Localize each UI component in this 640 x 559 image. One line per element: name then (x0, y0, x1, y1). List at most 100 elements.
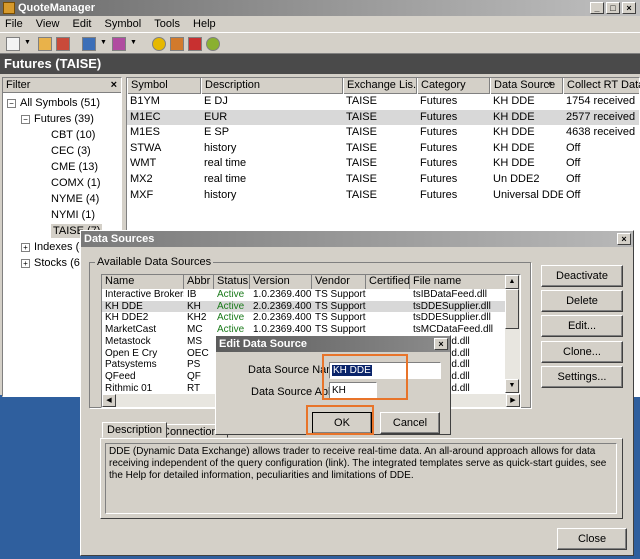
list-cell: 1.0.2369.400 (253, 289, 312, 300)
edit-dialog-title-bar: Edit Data Source (216, 336, 450, 352)
tree-item[interactable]: Stocks (6) (34, 256, 84, 270)
chevron-down-icon[interactable]: ▼ (24, 39, 31, 46)
list-column-header[interactable]: Version (250, 275, 312, 289)
new-symbol-icon[interactable] (6, 37, 20, 51)
tree-item[interactable]: NYME (4) (51, 192, 99, 206)
column-header[interactable]: Symbol (127, 78, 201, 94)
chevron-down-icon[interactable]: ▼ (100, 39, 107, 46)
tree-item[interactable]: NYMI (1) (51, 208, 95, 222)
table-row[interactable]: WMT real time TAISE Futures KH DDE Off (127, 156, 639, 172)
minimize-button[interactable]: _ (590, 2, 604, 14)
edit-button[interactable]: Edit... (541, 315, 623, 337)
column-header[interactable]: Description (201, 78, 343, 94)
scroll-right-icon[interactable]: ▶ (506, 394, 520, 407)
remove-symbol-icon[interactable] (56, 37, 70, 51)
list-cell: Interactive Brokers (105, 289, 184, 300)
settings-button[interactable]: Settings... (541, 366, 623, 388)
description-text: DDE (Dynamic Data Exchange) allows trade… (105, 443, 617, 514)
table-cell: TAISE (346, 188, 377, 201)
list-column-header[interactable]: Abbr (184, 275, 214, 289)
split-icon[interactable] (170, 37, 184, 51)
cancel-button[interactable]: Cancel (380, 412, 440, 434)
tree-item[interactable]: COMX (1) (51, 176, 101, 190)
maximize-button[interactable]: □ (606, 2, 620, 14)
list-cell: Active (217, 312, 245, 324)
table-cell: M1ES (130, 126, 160, 139)
calendar-icon[interactable] (188, 37, 202, 51)
filter-header: Filter × (3, 78, 121, 93)
menu-tools[interactable]: Tools (149, 16, 185, 32)
collapse-icon[interactable]: − (7, 99, 16, 108)
table-row[interactable]: M1ES E SP TAISE Futures KH DDE 4638 received (127, 125, 639, 141)
scroll-thumb[interactable] (505, 289, 519, 329)
menu-file[interactable]: File (0, 16, 28, 32)
list-item[interactable]: KH DDE KH Active 2.0.2369.400 TS Support tsDD… (102, 300, 520, 313)
menu-symbol[interactable]: Symbol (100, 16, 147, 32)
import-icon[interactable] (82, 37, 96, 51)
table-cell: TAISE (346, 110, 377, 123)
list-cell: RT (187, 382, 201, 394)
close-icon[interactable]: × (111, 78, 117, 92)
list-cell: QF (187, 370, 201, 382)
close-edit-dialog-button[interactable]: × (434, 338, 448, 350)
menu-view[interactable]: View (31, 16, 65, 32)
list-cell: TS Support (315, 312, 366, 324)
refresh-icon[interactable] (206, 37, 220, 51)
export-icon[interactable] (112, 37, 126, 51)
column-header[interactable]: Collect RT Data (563, 78, 640, 94)
chevron-down-icon[interactable]: ▼ (130, 39, 137, 46)
add-symbol-icon[interactable] (38, 37, 52, 51)
list-cell: Patsystems (105, 359, 157, 371)
delete-button[interactable]: Delete (541, 290, 623, 312)
table-row[interactable]: M1EC EUR TAISE Futures KH DDE 2577 received (127, 109, 639, 126)
list-column-header[interactable]: Certified (366, 275, 410, 289)
list-cell: PS (187, 359, 201, 371)
table-cell: 2577 received (566, 110, 636, 123)
tree-item[interactable]: Futures (39) (34, 112, 94, 126)
toolbar: ▼ ▼ ▼ (0, 32, 640, 54)
table-cell: KH DDE (493, 141, 535, 154)
table-cell: Off (566, 141, 581, 154)
deactivate-button[interactable]: Deactivate (541, 265, 623, 287)
expand-icon[interactable]: + (21, 259, 30, 268)
scroll-down-icon[interactable]: ▼ (505, 379, 519, 393)
list-column-header[interactable]: Status (214, 275, 250, 289)
list-item[interactable]: KH DDE2 KH2 Active 2.0.2369.400 TS Support ts… (102, 312, 520, 324)
table-cell: STWA (130, 141, 162, 154)
tree-item[interactable]: All Symbols (51) (20, 96, 100, 110)
close-dialog-button[interactable]: × (617, 233, 631, 245)
table-row[interactable]: STWA history TAISE Futures KH DDE Off (127, 141, 639, 157)
list-column-header[interactable]: Vendor (312, 275, 366, 289)
column-header[interactable]: Exchange Lis... (343, 78, 417, 94)
list-cell: Metastock (105, 335, 151, 347)
gear-icon[interactable] (152, 37, 166, 51)
list-cell: Open E Cry (105, 347, 158, 359)
tree-item[interactable]: CBT (10) (51, 128, 95, 142)
column-header[interactable]: Category (417, 78, 490, 94)
table-cell: Off (566, 157, 581, 170)
table-cell: Futures (420, 95, 458, 107)
tab-panel: DDE (Dynamic Data Exchange) allows trade… (100, 438, 623, 519)
clone-button[interactable]: Clone... (541, 341, 623, 363)
page-title: Futures (TAISE) (0, 54, 640, 74)
expand-icon[interactable]: + (21, 243, 30, 252)
table-row[interactable]: MXF history TAISE Futures Universal DDE Off (127, 188, 639, 204)
list-cell: Active (217, 289, 245, 300)
list-item[interactable]: Interactive Brokers IB Active 1.0.2369.400 T… (102, 289, 520, 301)
scroll-up-icon[interactable]: ▲ (505, 275, 519, 289)
collapse-icon[interactable]: − (21, 115, 30, 124)
table-cell: M1EC (130, 110, 161, 123)
menu-help[interactable]: Help (188, 16, 221, 32)
scroll-left-icon[interactable]: ◀ (102, 394, 116, 407)
tree-item[interactable]: CME (13) (51, 160, 98, 174)
table-cell: TAISE (346, 126, 377, 139)
vertical-scrollbar[interactable]: ▲ ▼ (505, 275, 520, 393)
close-window-button[interactable]: × (622, 2, 636, 14)
tab-description[interactable]: Description (102, 422, 168, 438)
close-button[interactable]: Close (557, 528, 627, 550)
menu-edit[interactable]: Edit (68, 16, 97, 32)
table-row[interactable]: MX2 real time TAISE Futures Un DDE2 Off (127, 172, 639, 188)
list-column-header[interactable]: Name (102, 275, 184, 289)
tree-item[interactable]: CEC (3) (51, 144, 91, 158)
table-row[interactable]: B1YM E DJ TAISE Futures KH DDE 1754 received (127, 94, 639, 110)
